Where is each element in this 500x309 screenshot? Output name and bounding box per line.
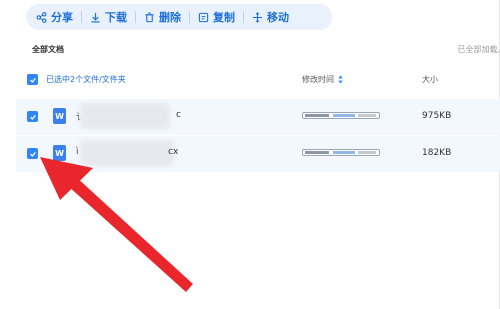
redacted-filename: [80, 103, 170, 129]
move-label: 移动: [267, 11, 289, 24]
trash-icon: [145, 12, 154, 22]
word-doc-icon: W: [53, 145, 66, 161]
selection-count-label: 已选中2个文件/文件夹: [46, 75, 126, 84]
check-icon: [29, 77, 36, 83]
copy-icon: [198, 12, 209, 22]
move-icon: [252, 11, 263, 23]
check-icon: [29, 114, 36, 120]
section-title: 全部文档: [32, 45, 64, 54]
file-size: 182KB: [422, 148, 452, 158]
copy-button[interactable]: 复制: [198, 9, 235, 25]
share-label: 分享: [51, 11, 73, 24]
move-button[interactable]: 移动: [252, 9, 289, 25]
download-label: 下载: [105, 11, 127, 24]
file-name-end[interactable]: c: [176, 110, 181, 120]
delete-button[interactable]: 删除: [144, 9, 181, 25]
sort-icon: [338, 75, 343, 84]
file-name-start[interactable]: ì: [76, 147, 79, 157]
delete-label: 删除: [159, 11, 181, 24]
word-doc-icon: W: [53, 108, 66, 124]
table-header: 已选中2个文件/文件夹 修改时间 大小: [16, 64, 500, 94]
download-button[interactable]: 下载: [90, 9, 127, 25]
redacted-filename: [80, 140, 174, 166]
row-checkbox[interactable]: [27, 148, 38, 159]
col-mtime-label: 修改时间: [302, 75, 334, 84]
check-icon: [29, 151, 36, 157]
sort-mtime-header[interactable]: 修改时间: [302, 74, 344, 85]
toolbar-divider: [243, 11, 244, 23]
download-icon: [91, 12, 100, 22]
table-row[interactable]: W 讠 c 975KB: [16, 99, 500, 135]
col-size-header[interactable]: 大小: [422, 74, 438, 85]
redacted-mtime: [302, 112, 380, 119]
redacted-mtime: [302, 149, 380, 156]
loaded-hint: 已全部加载,: [457, 45, 500, 54]
share-button[interactable]: 分享: [36, 9, 73, 25]
toolbar-divider: [81, 11, 82, 23]
select-all-checkbox[interactable]: [27, 74, 38, 85]
row-checkbox[interactable]: [27, 111, 38, 122]
arrow-shaft: [67, 176, 193, 292]
file-name-end[interactable]: cx: [168, 147, 178, 157]
table-row[interactable]: W ì cx 182KB: [16, 136, 500, 172]
toolbar-divider: [135, 11, 136, 23]
file-size: 975KB: [422, 111, 452, 121]
share-icon: [36, 11, 47, 23]
toolbar-divider: [189, 11, 190, 23]
action-toolbar: 分享 下载 删除 复制 移动: [26, 4, 332, 30]
copy-label: 复制: [213, 11, 235, 24]
